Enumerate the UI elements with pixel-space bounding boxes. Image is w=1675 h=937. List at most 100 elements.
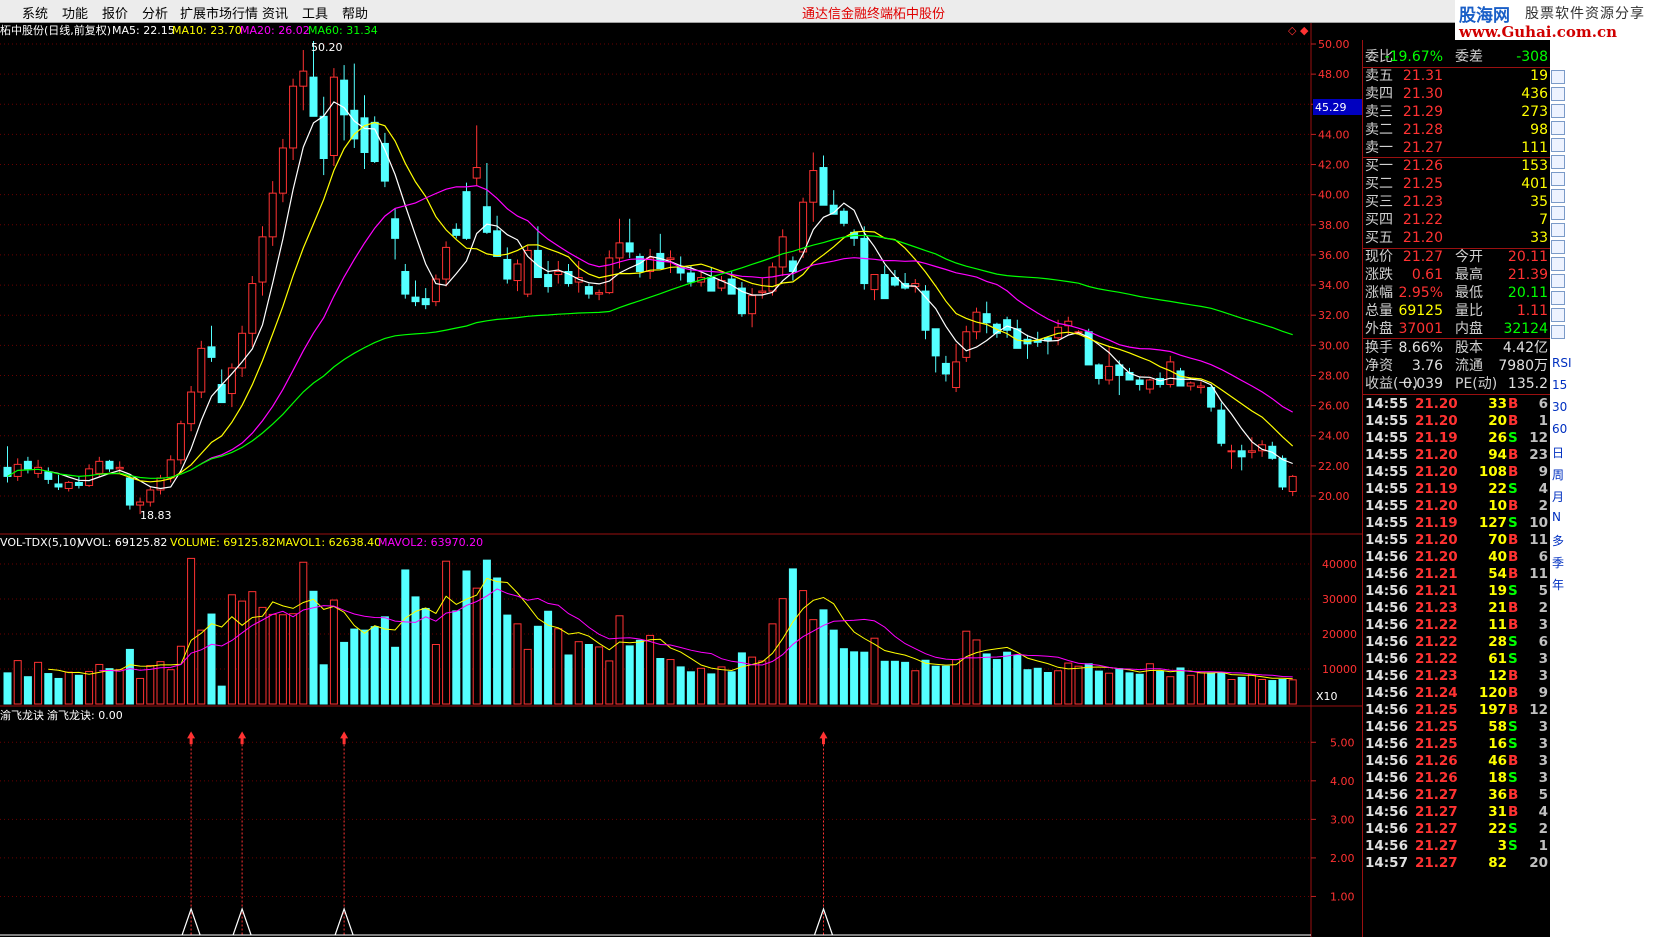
candle-body	[788, 260, 797, 273]
tool-button-icon[interactable]	[1551, 223, 1565, 237]
volume-bar	[197, 629, 206, 705]
stat-row-value2: 1.11	[1516, 303, 1548, 319]
volume-bar	[992, 659, 1001, 705]
settings-icon[interactable]: ◇ ◆	[1288, 24, 1309, 37]
price-axis-label: 30.00	[1318, 339, 1350, 352]
volume-bar	[717, 666, 726, 705]
period-button[interactable]: 季	[1552, 554, 1564, 571]
stat-row: 现价 21.27 今开 20.11	[1363, 249, 1550, 266]
volume-bar	[1156, 670, 1165, 705]
tool-button-icon[interactable]	[1551, 274, 1565, 288]
tick-price: 21.19	[1415, 515, 1458, 531]
menu-info[interactable]: 资讯	[262, 3, 288, 22]
volume-bar	[1033, 667, 1042, 705]
tick-side: S	[1508, 770, 1518, 786]
volume-bar	[3, 672, 12, 705]
tool-button-icon[interactable]	[1551, 87, 1565, 101]
tick-count: 2	[1538, 821, 1548, 837]
period-button[interactable]: 60	[1552, 422, 1567, 436]
volume-bar	[329, 599, 338, 705]
price-axis-label: 42.00	[1318, 159, 1350, 172]
tick-price: 21.25	[1415, 702, 1458, 718]
menu-tools[interactable]: 工具	[302, 3, 328, 22]
mavol2-label: MAVOL2: 63970.20	[378, 536, 483, 549]
menu-function[interactable]: 功能	[62, 3, 88, 22]
candle-body	[941, 362, 950, 375]
kline-chart[interactable]: 50.0048.0046.0044.0042.0040.0038.0036.00…	[0, 23, 1362, 937]
tick-volume: 61	[1488, 651, 1507, 667]
tool-button-icon[interactable]	[1551, 104, 1565, 118]
menu-analysis[interactable]: 分析	[142, 3, 168, 22]
candle-body	[105, 460, 114, 470]
menu-ext-market[interactable]: 扩展市场行情	[180, 3, 258, 22]
menu-quote[interactable]: 报价	[102, 3, 128, 22]
candle-body	[268, 192, 277, 238]
period-button[interactable]: N	[1552, 510, 1561, 524]
low-label: 18.83	[140, 509, 172, 522]
tick-volume: 28	[1488, 634, 1507, 650]
tool-button-icon[interactable]	[1551, 172, 1565, 186]
tool-button-icon[interactable]	[1551, 70, 1565, 84]
period-button[interactable]: 月	[1552, 488, 1564, 505]
volume-bar	[278, 614, 287, 705]
period-button[interactable]: 年	[1552, 576, 1564, 593]
stat-row-value: 37001	[1398, 321, 1443, 337]
period-button[interactable]: 30	[1552, 400, 1567, 414]
tool-button-icon[interactable]	[1551, 155, 1565, 169]
tick-volume: 70	[1488, 532, 1507, 548]
vol-axis-label: 10000	[1322, 663, 1357, 676]
period-button[interactable]: 周	[1552, 466, 1564, 483]
volume-bar	[615, 615, 624, 705]
tick-row: 14:56 21.27 22 S 2	[1363, 821, 1550, 838]
tool-button-icon[interactable]	[1551, 240, 1565, 254]
fund-row-value2: 7980万	[1498, 358, 1548, 374]
tool-button-icon[interactable]	[1551, 291, 1565, 305]
period-button[interactable]: 日	[1552, 444, 1564, 461]
tool-button-icon[interactable]	[1551, 308, 1565, 322]
ask-row-value: 21.31	[1402, 68, 1443, 84]
tick-side: B	[1508, 804, 1519, 820]
volume-bar	[401, 569, 410, 705]
tick-price: 21.21	[1415, 583, 1458, 599]
volume-bar	[391, 646, 400, 705]
menu-help[interactable]: 帮助	[342, 3, 368, 22]
period-button[interactable]: RSI	[1552, 356, 1572, 370]
volume-bar	[85, 670, 94, 705]
tick-volume: 40	[1488, 549, 1507, 565]
candle-body	[748, 295, 757, 315]
tick-volume: 127	[1478, 515, 1507, 531]
tick-price: 21.22	[1415, 634, 1458, 650]
candle-body	[952, 361, 961, 389]
candle-body	[666, 257, 675, 260]
period-button[interactable]: 15	[1552, 378, 1567, 392]
tick-count: 11	[1529, 566, 1548, 582]
volume-bar	[982, 653, 991, 705]
tool-button-icon[interactable]	[1551, 206, 1565, 220]
tool-button-icon[interactable]	[1551, 325, 1565, 339]
tick-time: 14:55	[1365, 498, 1408, 514]
menu-system[interactable]: 系统	[22, 3, 48, 22]
ind-name: 渝飞龙诀	[0, 708, 44, 722]
tick-row: 14:56 21.27 31 B 4	[1363, 804, 1550, 821]
tool-button-icon[interactable]	[1551, 121, 1565, 135]
tick-time: 14:56	[1365, 634, 1408, 650]
tool-button-icon[interactable]	[1551, 138, 1565, 152]
period-button[interactable]: 多	[1552, 532, 1564, 549]
bid-row-value2: 401	[1521, 176, 1548, 192]
stat-row-label2: 量比	[1455, 303, 1483, 319]
tick-row: 14:57 21.27 82 20	[1363, 855, 1550, 872]
candle-body	[1166, 361, 1175, 386]
chart-stock-name: 柘中股份(日线,前复权)	[0, 23, 111, 37]
tick-row: 14:56 21.23 12 B 3	[1363, 668, 1550, 685]
tool-button-icon[interactable]	[1551, 189, 1565, 203]
volume-bar	[1196, 672, 1205, 705]
volume-bar	[431, 644, 440, 705]
tool-button-icon[interactable]	[1551, 257, 1565, 271]
candle-body	[513, 263, 522, 282]
tick-time: 14:56	[1365, 600, 1408, 616]
candle-body	[329, 76, 338, 156]
volume-bar	[890, 660, 899, 705]
price-axis-label: 28.00	[1318, 369, 1350, 382]
volume-bar	[707, 673, 716, 705]
volume-bar	[870, 637, 879, 705]
